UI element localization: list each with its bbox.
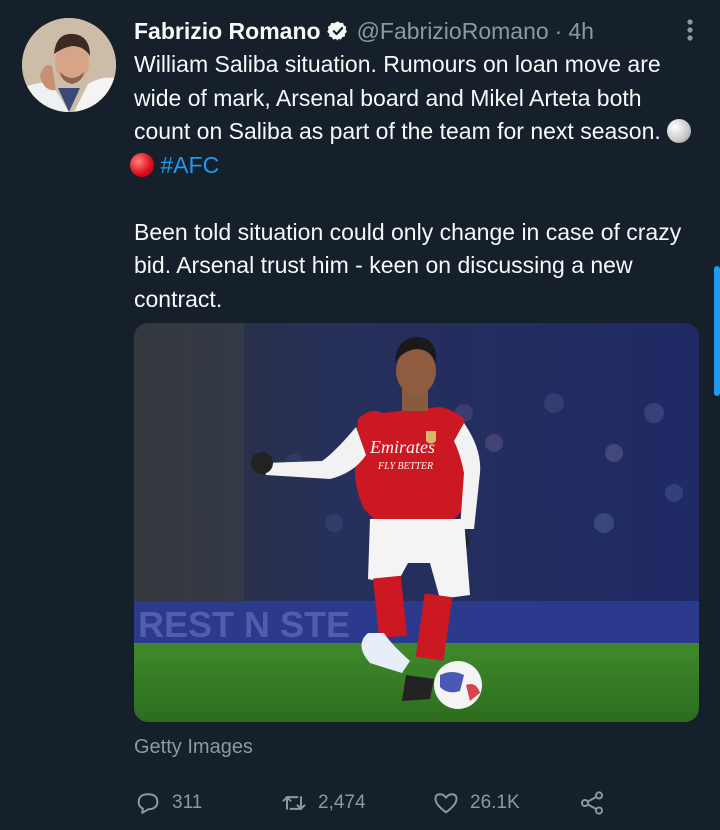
- tweet-media-photo[interactable]: REST N STE Emirates FLY BETTER: [134, 323, 699, 722]
- stadium-board-text: REST N STE: [138, 604, 350, 645]
- tweet-timestamp[interactable]: 4h: [568, 18, 594, 45]
- player-photo: REST N STE Emirates FLY BETTER: [134, 323, 699, 722]
- hashtag-link[interactable]: #AFC: [160, 152, 219, 178]
- tweet-text: William Saliba situation. Rumours on loa…: [130, 48, 694, 316]
- reply-icon: [137, 793, 159, 814]
- reply-button[interactable]: 311: [134, 789, 280, 817]
- white-circle-emoji-icon: [667, 119, 692, 143]
- media-credit: Getty Images: [134, 736, 253, 758]
- share-button[interactable]: [578, 789, 606, 817]
- tweet-paragraph-1: William Saliba situation. Rumours on loa…: [130, 48, 694, 182]
- share-icon: [580, 791, 604, 815]
- like-count: 26.1K: [470, 792, 520, 813]
- reply-count: 311: [172, 792, 203, 813]
- header-separator: ·: [554, 17, 563, 44]
- shirt-sponsor-text: Emirates: [369, 437, 435, 457]
- shirt-sponsor-subtext: FLY BETTER: [377, 461, 433, 472]
- more-options-icon[interactable]: [680, 16, 700, 44]
- like-button[interactable]: 26.1K: [432, 789, 578, 817]
- verified-badge-icon: [326, 21, 347, 41]
- author-handle[interactable]: @FabrizioRomano: [357, 18, 549, 45]
- retweet-icon: [282, 796, 306, 810]
- scrollbar-thumb[interactable]: [714, 266, 720, 396]
- author-name[interactable]: Fabrizio Romano: [134, 18, 321, 45]
- retweet-button[interactable]: 2,474: [280, 789, 432, 817]
- author-avatar[interactable]: [22, 18, 116, 112]
- like-icon: [434, 793, 458, 814]
- retweet-count: 2,474: [318, 792, 366, 813]
- tweet-paragraph-1-text: William Saliba situation. Rumours on loa…: [134, 51, 668, 144]
- tweet-header: Fabrizio Romano @FabrizioRomano · 4h: [134, 14, 700, 48]
- tweet-paragraph-2: Been told situation could only change in…: [134, 218, 682, 312]
- red-circle-emoji-icon: [130, 152, 154, 177]
- avatar-image: [22, 18, 116, 112]
- tweet-actions: 311 2,474 26.1K: [134, 786, 614, 820]
